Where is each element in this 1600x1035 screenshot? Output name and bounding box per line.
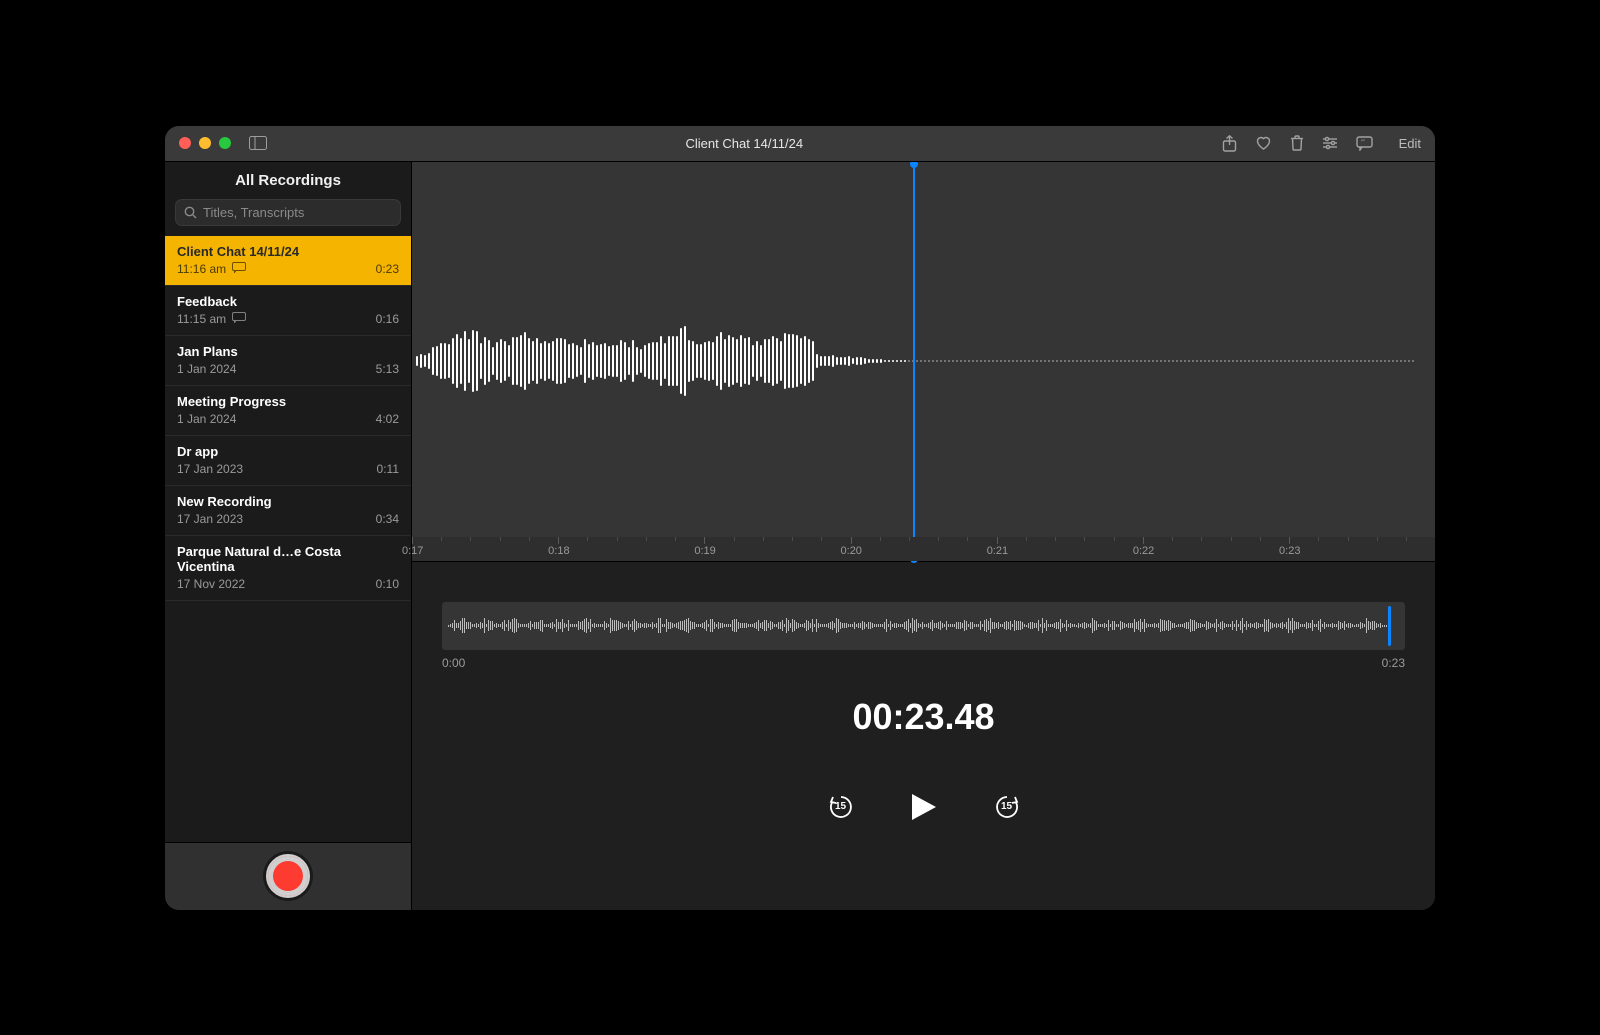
ruler-label: 0:22 — [1133, 545, 1154, 557]
transcript-badge-icon — [232, 312, 246, 323]
recording-title: Meeting Progress — [177, 394, 399, 409]
record-button[interactable] — [266, 854, 310, 898]
recording-item[interactable]: Jan Plans 1 Jan 2024 5:13 — [165, 336, 411, 386]
recording-duration: 0:23 — [376, 262, 399, 276]
time-ruler: 0:170:180:190:200:210:220:23 — [412, 537, 1435, 561]
svg-text:“”: “” — [1361, 140, 1365, 146]
recording-duration: 0:34 — [376, 512, 399, 526]
waveform-overview[interactable] — [442, 602, 1405, 650]
time-display: 00:23.48 — [412, 696, 1435, 738]
recording-item[interactable]: Feedback 11:15 am 0:16 — [165, 286, 411, 336]
recording-title: New Recording — [177, 494, 399, 509]
playback-controls: 15 15 — [412, 792, 1435, 822]
skip-forward-button[interactable]: 15 — [994, 794, 1020, 820]
playhead[interactable] — [913, 162, 915, 561]
sidebar: All Recordings Client Chat 14/11/24 11:16… — [165, 162, 412, 910]
recording-item[interactable]: Parque Natural d…e Costa Vicentina 17 Nov… — [165, 536, 411, 601]
favorite-icon[interactable] — [1255, 135, 1272, 151]
transcript-badge-icon — [232, 262, 246, 273]
recording-item[interactable]: New Recording 17 Jan 2023 0:34 — [165, 486, 411, 536]
main-panel: 0:170:180:190:200:210:220:23 0:00 0:23 0… — [412, 162, 1435, 910]
share-icon[interactable] — [1222, 135, 1237, 152]
traffic-lights — [179, 137, 231, 149]
recording-subtitle: 17 Jan 2023 — [177, 512, 243, 526]
minimize-window-button[interactable] — [199, 137, 211, 149]
titlebar: Client Chat 14/11/24 “” Edit — [165, 126, 1435, 162]
overview-playhead[interactable] — [1388, 606, 1391, 646]
ruler-label: 0:20 — [841, 545, 862, 557]
ruler-label: 0:21 — [987, 545, 1008, 557]
recording-duration: 4:02 — [376, 412, 399, 426]
trash-icon[interactable] — [1290, 135, 1304, 151]
record-bar — [165, 842, 411, 910]
edit-button[interactable]: Edit — [1399, 136, 1421, 151]
app-window: Client Chat 14/11/24 “” Edit All Recordi… — [165, 126, 1435, 910]
recording-item[interactable]: Client Chat 14/11/24 11:16 am 0:23 — [165, 236, 411, 286]
recordings-list: Client Chat 14/11/24 11:16 am 0:23 Feedback… — [165, 236, 411, 842]
overview-start-label: 0:00 — [442, 656, 465, 670]
zoom-window-button[interactable] — [219, 137, 231, 149]
search-field[interactable] — [175, 199, 401, 226]
ruler-label: 0:17 — [402, 545, 423, 557]
recording-item[interactable]: Meeting Progress 1 Jan 2024 4:02 — [165, 386, 411, 436]
search-input[interactable] — [203, 205, 392, 220]
toolbar-actions: “” Edit — [1222, 135, 1421, 152]
recording-item[interactable]: Dr app 17 Jan 2023 0:11 — [165, 436, 411, 486]
waveform-canvas — [412, 316, 1435, 406]
recording-title: Client Chat 14/11/24 — [177, 244, 399, 259]
recording-subtitle: 17 Nov 2022 — [177, 577, 245, 591]
recording-subtitle: 17 Jan 2023 — [177, 462, 243, 476]
recording-title: Jan Plans — [177, 344, 399, 359]
recording-subtitle: 11:15 am — [177, 312, 246, 326]
waveform-zoom[interactable]: 0:170:180:190:200:210:220:23 — [412, 162, 1435, 562]
recording-subtitle: 1 Jan 2024 — [177, 412, 236, 426]
play-button[interactable] — [910, 792, 938, 822]
window-title: Client Chat 14/11/24 — [267, 136, 1222, 151]
recording-title: Parque Natural d…e Costa Vicentina — [177, 544, 399, 574]
sidebar-header: All Recordings — [165, 162, 411, 199]
recording-duration: 0:16 — [376, 312, 399, 326]
ruler-label: 0:23 — [1279, 545, 1300, 557]
recording-title: Feedback — [177, 294, 399, 309]
skip-back-button[interactable]: 15 — [828, 794, 854, 820]
recording-title: Dr app — [177, 444, 399, 459]
recording-duration: 0:10 — [376, 577, 399, 591]
close-window-button[interactable] — [179, 137, 191, 149]
search-icon — [184, 206, 197, 219]
recording-subtitle: 1 Jan 2024 — [177, 362, 236, 376]
recording-subtitle: 11:16 am — [177, 262, 246, 276]
recording-duration: 5:13 — [376, 362, 399, 376]
settings-icon[interactable] — [1322, 136, 1338, 150]
recording-duration: 0:11 — [377, 462, 399, 476]
ruler-label: 0:19 — [694, 545, 715, 557]
ruler-label: 0:18 — [548, 545, 569, 557]
overview-end-label: 0:23 — [1382, 656, 1405, 670]
sidebar-toggle-icon[interactable] — [249, 136, 267, 150]
transcript-icon[interactable]: “” — [1356, 136, 1373, 151]
